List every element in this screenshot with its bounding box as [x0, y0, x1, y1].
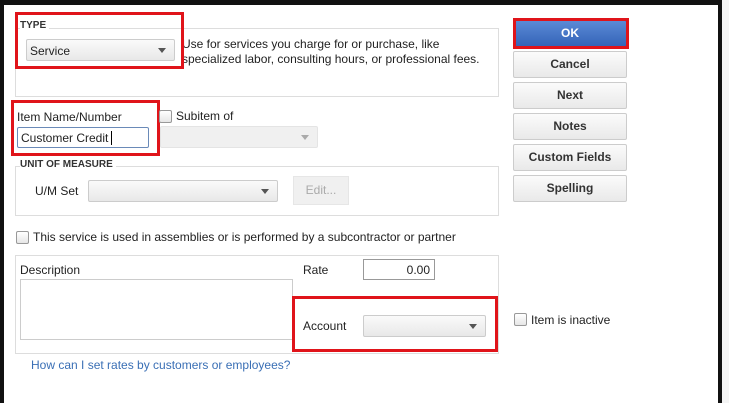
description-label: Description: [20, 263, 81, 277]
notes-button[interactable]: Notes: [513, 113, 627, 140]
highlight-box: [11, 100, 160, 156]
uom-label: UNIT OF MEASURE: [20, 159, 116, 170]
type-description: Use for services you charge for or purch…: [182, 37, 480, 66]
edit-button[interactable]: Edit...: [293, 176, 349, 205]
chevron-down-icon: [261, 189, 269, 194]
assemblies-checkbox[interactable]: [16, 231, 29, 244]
assemblies-label: This service is used in assemblies or is…: [33, 230, 456, 244]
subitem-checkbox[interactable]: [159, 110, 172, 123]
inactive-label: Item is inactive: [531, 313, 611, 327]
spelling-button[interactable]: Spelling: [513, 175, 627, 202]
rate-label: Rate: [303, 263, 329, 277]
subitem-select[interactable]: [160, 126, 318, 148]
help-link[interactable]: How can I set rates by customers or empl…: [31, 358, 290, 372]
highlight-box: [15, 12, 184, 69]
inactive-checkbox[interactable]: [514, 313, 527, 326]
next-button[interactable]: Next: [513, 82, 627, 109]
rate-input[interactable]: 0.00: [363, 259, 435, 280]
um-set-label: U/M Set: [35, 184, 79, 198]
chevron-down-icon: [301, 135, 309, 140]
subitem-label: Subitem of: [176, 109, 234, 123]
highlight-box: [513, 18, 629, 49]
um-set-select[interactable]: [88, 180, 278, 202]
description-textarea[interactable]: [20, 279, 293, 340]
highlight-box: [292, 296, 498, 352]
cancel-button[interactable]: Cancel: [513, 51, 627, 78]
custom-fields-button[interactable]: Custom Fields: [513, 144, 627, 171]
